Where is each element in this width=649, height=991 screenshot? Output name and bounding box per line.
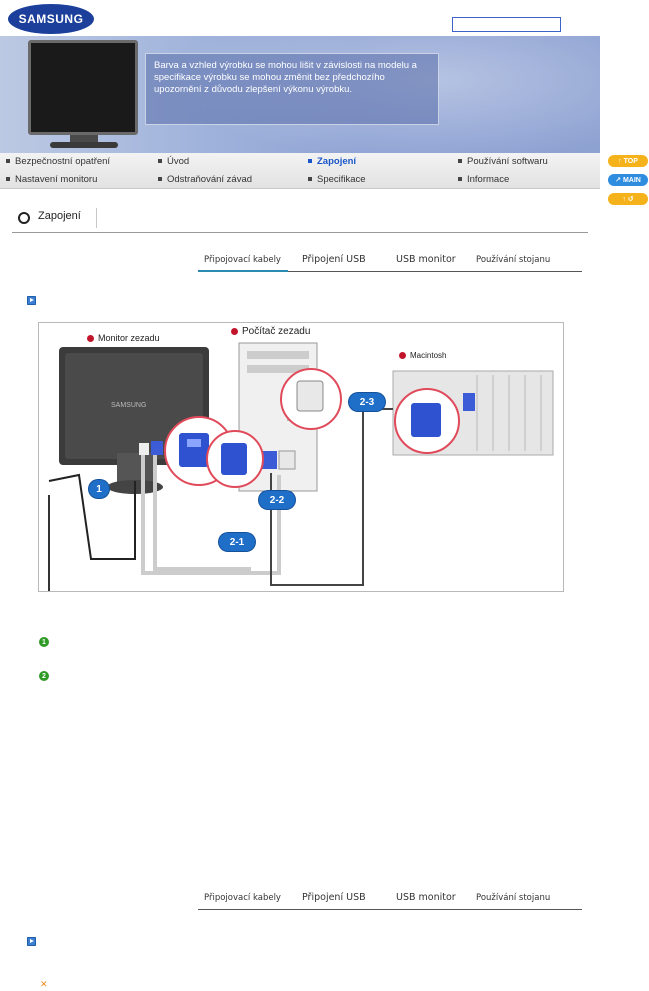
main-nav: Bezpečnostní opatření Úvod Zapojení Použ… [0, 153, 600, 189]
nav-item-intro[interactable]: Úvod [158, 156, 189, 167]
close-icon: ✕ [40, 979, 48, 989]
banner-note: Barva a vzhled výrobku se mohou lišit v … [145, 53, 439, 125]
tab-cables-bottom[interactable]: Připojovací kabely [204, 893, 281, 903]
search-input[interactable] [452, 17, 561, 32]
label-macintosh: Macintosh [399, 351, 446, 360]
badge-2-2: 2-2 [259, 491, 295, 509]
product-banner: Barva a vzhled výrobku se mohou lišit v … [0, 36, 600, 153]
badge-2-3: 2-3 [349, 393, 385, 411]
tab-stand-bottom[interactable]: Používání stojanu [476, 893, 550, 903]
diagram-drawing: SAMSUNG [48, 342, 554, 591]
tab-cables[interactable]: Připojovací kabely [204, 255, 281, 265]
tab-usb-bottom[interactable]: Připojení USB [302, 892, 366, 903]
active-tab-indicator [198, 270, 288, 272]
tab-stand[interactable]: Používání stojanu [476, 255, 550, 265]
label-pc-rear: Počítač zezadu [231, 326, 310, 337]
back-button[interactable]: ↑ ↺ [608, 193, 648, 205]
nav-item-specs[interactable]: Specifikace [308, 174, 366, 185]
nav-item-settings[interactable]: Nastavení monitoru [6, 174, 97, 185]
nav-item-safety[interactable]: Bezpečnostní opatření [6, 156, 110, 167]
samsung-logo[interactable]: SAMSUNG [8, 4, 94, 34]
tab-bar-top: Připojovací kabely Připojení USB USB mon… [198, 250, 582, 272]
section-bullet-icon [18, 212, 30, 224]
back-icon: ↑ ↺ [622, 196, 634, 203]
red-dot-icon [231, 328, 238, 335]
tab-usb-monitor[interactable]: USB monitor [396, 254, 456, 265]
badge-2-1: 2-1 [219, 533, 255, 551]
play-icon [27, 296, 36, 305]
top-button[interactable]: ↑ TOP [608, 155, 648, 167]
nav-item-troubleshooting[interactable]: Odstraňování závad [158, 174, 252, 185]
nav-item-connection[interactable]: Zapojení [308, 156, 356, 167]
play-icon [27, 937, 36, 946]
monitor-brand: SAMSUNG [111, 402, 146, 409]
nav-item-info[interactable]: Informace [458, 174, 509, 185]
connection-diagram: SAMSUNG Monitor zezadu Počítač zezadu Ma… [38, 322, 564, 592]
tab-usb[interactable]: Připojení USB [302, 254, 366, 265]
monitor-image [28, 40, 138, 135]
tab-usb-monitor-bottom[interactable]: USB monitor [396, 892, 456, 903]
page-title: Zapojení [38, 210, 81, 222]
label-monitor-rear: Monitor zezadu [87, 333, 160, 343]
badge-1: 1 [89, 480, 109, 498]
step-1-icon: 1 [39, 637, 49, 647]
step-2-icon: 2 [39, 671, 49, 681]
red-dot-icon [87, 335, 94, 342]
red-dot-icon [399, 352, 406, 359]
arrow-icon: ↗ [615, 177, 623, 184]
nav-item-software[interactable]: Používání softwaru [458, 156, 548, 167]
tab-bar-bottom: Připojovací kabely Připojení USB USB mon… [198, 888, 582, 910]
main-button[interactable]: ↗ MAIN [608, 174, 648, 186]
